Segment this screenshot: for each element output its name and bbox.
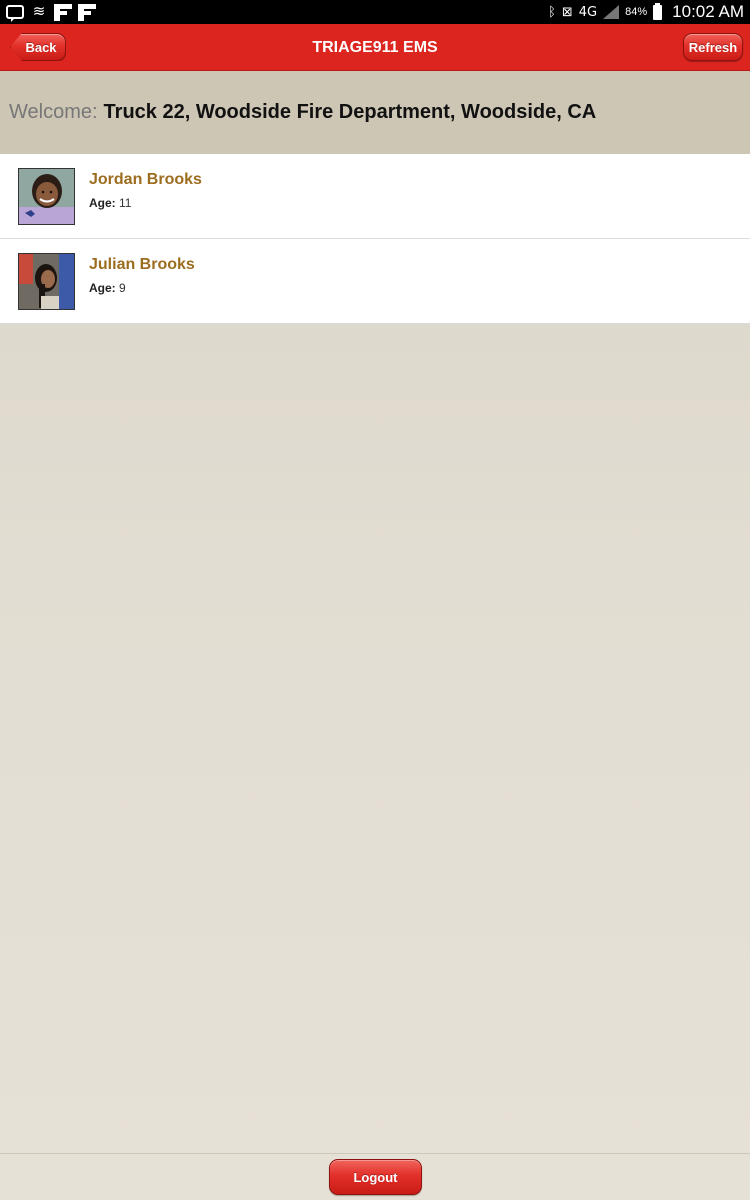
logout-button[interactable]: Logout bbox=[329, 1159, 422, 1195]
flipboard-notification-icon bbox=[54, 3, 72, 21]
refresh-button[interactable]: Refresh bbox=[683, 33, 743, 61]
battery-icon bbox=[653, 2, 663, 20]
vibrate-mute-icon: ⊠ bbox=[561, 4, 573, 20]
page-title: TRIAGE911 EMS bbox=[312, 39, 438, 56]
list-item-patient[interactable]: Julian Brooks Age: 9 bbox=[0, 239, 750, 324]
flipboard-notification-icon-2 bbox=[78, 3, 96, 21]
patient-age: Age: 9 bbox=[89, 281, 126, 295]
status-bar-right: ᛒ ⊠ 4G 84% 10:02 AM bbox=[548, 2, 744, 22]
patient-photo bbox=[18, 168, 75, 225]
status-clock: 10:02 AM bbox=[672, 2, 744, 21]
battery-percent: 84% bbox=[625, 6, 648, 18]
patient-age-label: Age: bbox=[89, 281, 116, 295]
patient-list: Jordan Brooks Age: 11 Julian Brooks Age:… bbox=[0, 154, 750, 324]
welcome-unit-name: Truck 22, Woodside Fire Department, Wood… bbox=[103, 101, 597, 123]
app-header: TRIAGE911 EMS Back Refresh bbox=[0, 24, 750, 71]
welcome-banner: Welcome: Truck 22, Woodside Fire Departm… bbox=[0, 71, 750, 154]
patient-name: Julian Brooks bbox=[89, 256, 195, 273]
list-item-patient[interactable]: Jordan Brooks Age: 11 bbox=[0, 154, 750, 239]
welcome-label: Welcome: bbox=[9, 101, 98, 123]
message-notification-icon bbox=[6, 5, 24, 22]
patient-age: Age: 11 bbox=[89, 196, 131, 210]
status-bar: ≋ ᛒ ⊠ 4G 84% 10:02 AM bbox=[0, 0, 750, 24]
bluetooth-icon: ᛒ bbox=[548, 4, 556, 20]
patient-age-label: Age: bbox=[89, 196, 116, 210]
signal-strength-icon bbox=[603, 5, 620, 19]
patient-photo bbox=[18, 253, 75, 310]
back-button[interactable]: Back bbox=[10, 33, 66, 61]
patient-age-value: 11 bbox=[119, 196, 132, 210]
patient-age-value: 9 bbox=[119, 281, 126, 295]
network-type-icon: 4G bbox=[578, 4, 598, 20]
status-bar-left: ≋ bbox=[6, 3, 96, 22]
patient-name: Jordan Brooks bbox=[89, 171, 202, 188]
wifi-notification-icon: ≋ bbox=[32, 3, 46, 20]
footer-bar: Logout bbox=[0, 1153, 750, 1200]
